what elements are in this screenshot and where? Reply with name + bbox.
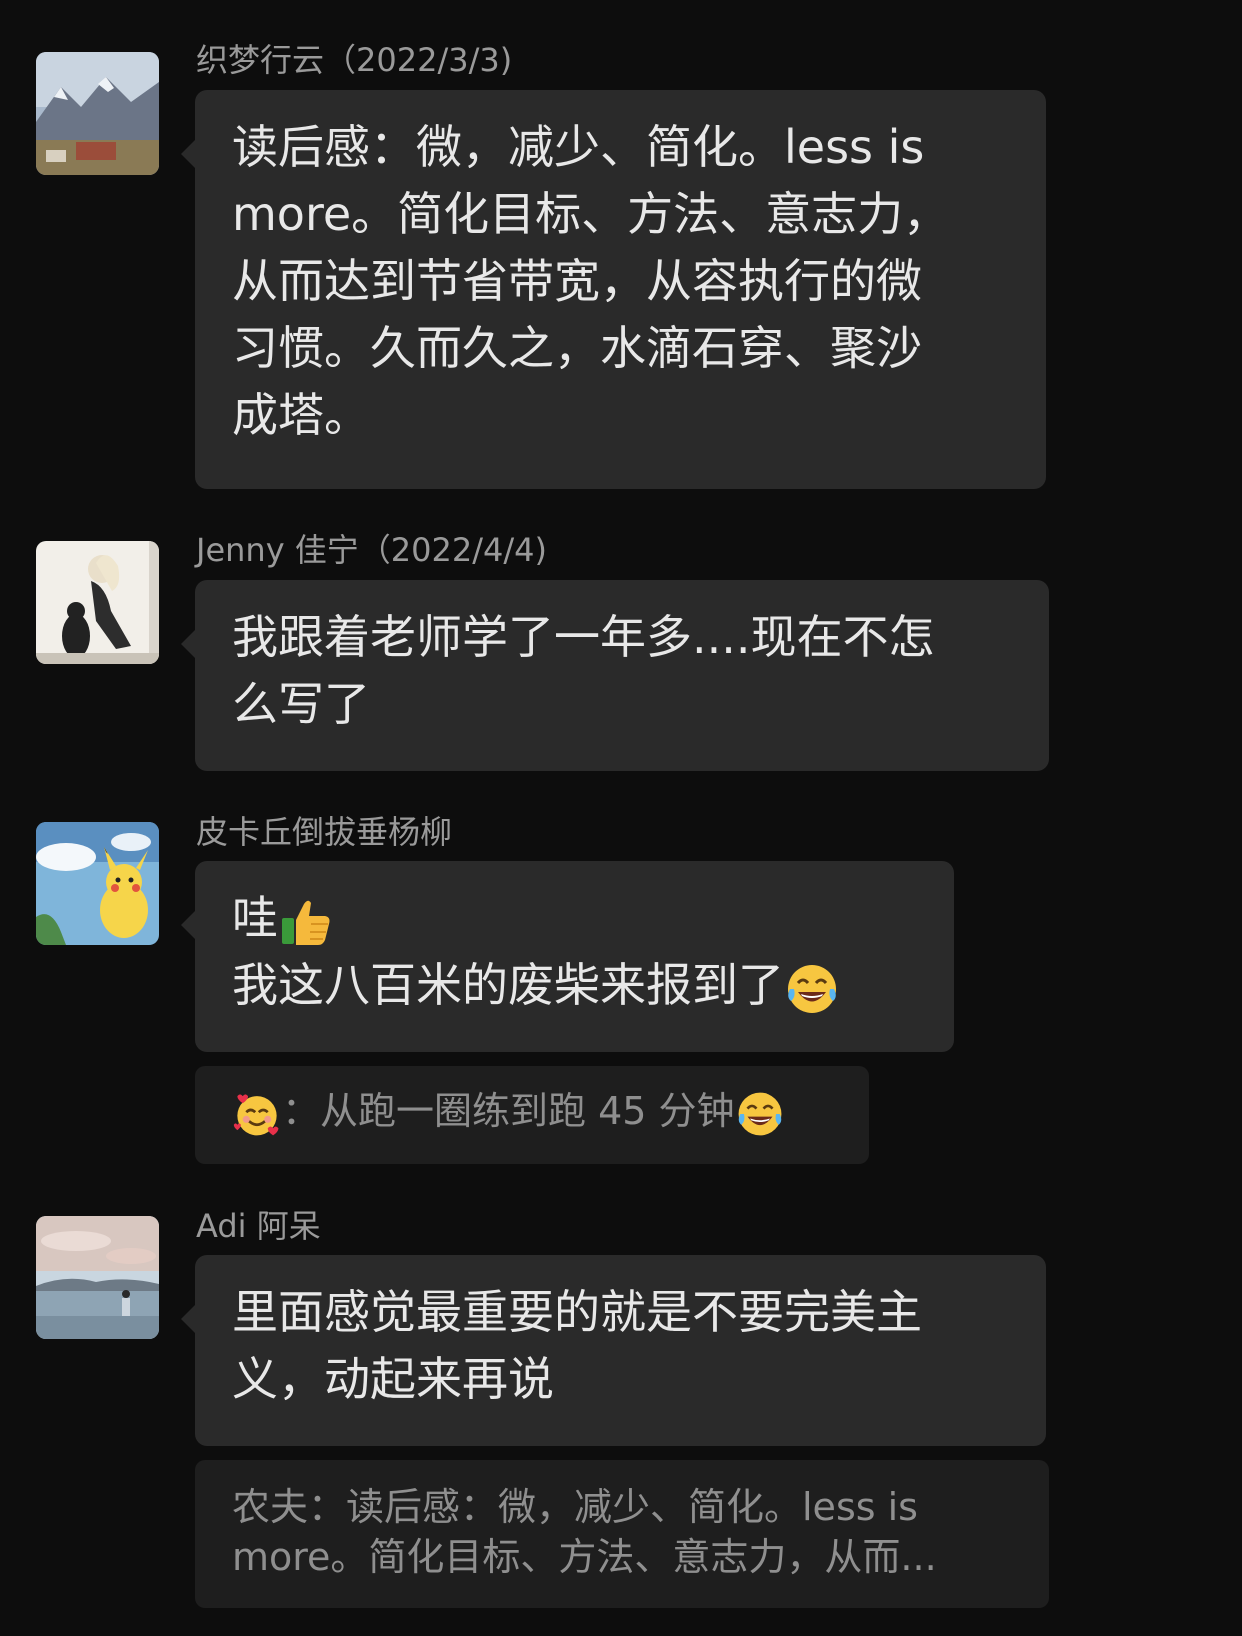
- message-text: 从而达到节省带宽，从容执行的微: [232, 254, 922, 308]
- avatar[interactable]: [36, 52, 159, 175]
- message-text: 读后感：微，减少、简化。less is: [232, 120, 925, 174]
- message-text: 里面感觉最重要的就是不要完美主: [232, 1285, 922, 1339]
- message-text-line: 哇: [232, 885, 917, 952]
- message-text: more。简化目标、方法、意志力，: [232, 187, 950, 241]
- message-bubble[interactable]: 我跟着老师学了一年多....现在不怎 么写了: [181, 580, 1049, 771]
- tears-of-joy-icon: [788, 964, 836, 1013]
- message-text: 么写了: [232, 677, 370, 731]
- quoted-message-text: more。简化目标、方法、意志力，从而...: [232, 1535, 937, 1579]
- tears-of-joy-icon: [738, 1092, 781, 1135]
- avatar-yoga-cat-image: [36, 541, 159, 664]
- avatar-pikachu-image: [36, 822, 159, 945]
- quoted-message[interactable]: 农夫：读后感：微，减少、简化。less is more。简化目标、方法、意志力，…: [195, 1460, 1049, 1608]
- quoted-message[interactable]: ：从跑一圈练到跑 45 分钟: [195, 1066, 869, 1164]
- sender-name: Jenny 佳宁（2022/4/4): [196, 531, 548, 569]
- message-text: 成塔。: [232, 388, 370, 442]
- sender-name: 皮卡丘倒拔垂杨柳: [196, 813, 453, 851]
- avatar[interactable]: [36, 541, 159, 664]
- message-bubble[interactable]: 读后感：微，减少、简化。less is more。简化目标、方法、意志力， 从而…: [181, 90, 1046, 489]
- sender-name: 织梦行云（2022/3/3): [196, 41, 513, 79]
- smiling-face-with-hearts-icon: [233, 1093, 279, 1135]
- thumbs-up-icon: [282, 900, 330, 945]
- message-text: 我这八百米的废柴来报到了: [232, 958, 784, 1012]
- message-text: 义，动起来再说: [232, 1352, 554, 1406]
- quoted-message-line: ：从跑一圈练到跑 45 分钟: [232, 1086, 832, 1139]
- message-text: 习惯。久而久之，水滴石穿、聚沙: [232, 321, 922, 375]
- avatar[interactable]: [36, 1216, 159, 1339]
- avatar[interactable]: [36, 822, 159, 945]
- quoted-message-text: 农夫：读后感：微，减少、简化。less is: [232, 1485, 918, 1529]
- message-text-line: 我这八百米的废柴来报到了: [232, 952, 917, 1019]
- avatar-mountain-image: [36, 52, 159, 175]
- avatar-lake-image: [36, 1216, 159, 1339]
- quoted-message-text: ：从跑一圈练到跑 45 分钟: [282, 1089, 735, 1133]
- message-bubble[interactable]: 里面感觉最重要的就是不要完美主 义，动起来再说: [181, 1255, 1046, 1446]
- message-bubble[interactable]: 哇 我这八百米的废柴来报到了: [181, 861, 954, 1052]
- message-text: 哇: [232, 891, 278, 945]
- sender-name: Adi 阿呆: [196, 1207, 321, 1245]
- message-text: 我跟着老师学了一年多....现在不怎: [232, 610, 935, 664]
